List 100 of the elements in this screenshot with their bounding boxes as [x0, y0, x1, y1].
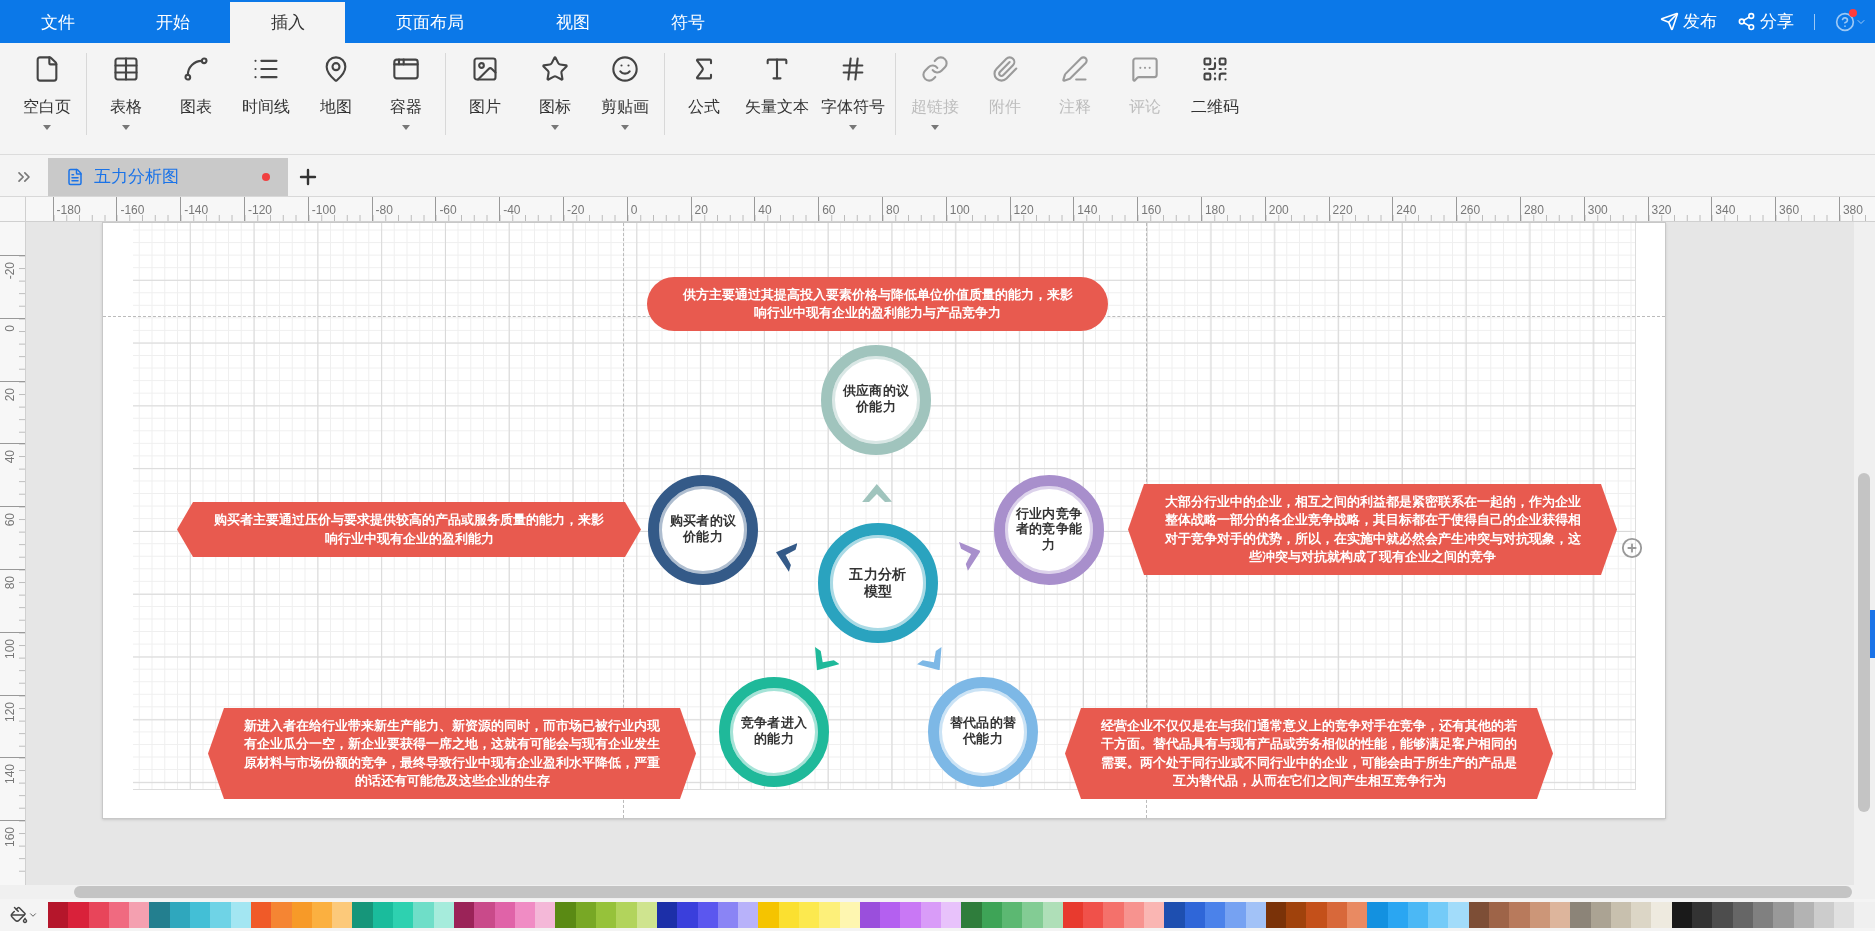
color-swatch[interactable] — [1123, 902, 1145, 928]
color-swatch[interactable] — [1286, 902, 1307, 928]
color-swatch[interactable] — [1610, 902, 1632, 928]
color-swatch[interactable] — [1671, 902, 1693, 928]
color-swatch[interactable] — [190, 902, 211, 928]
color-swatch[interactable] — [900, 902, 921, 928]
color-swatch[interactable] — [48, 902, 69, 928]
color-swatch[interactable] — [575, 902, 596, 928]
toolbar-button[interactable]: 空白页 — [12, 53, 82, 130]
color-swatch[interactable] — [1387, 902, 1408, 928]
color-swatch[interactable] — [758, 902, 779, 928]
color-swatch[interactable] — [1042, 902, 1063, 928]
color-swatch[interactable] — [1204, 902, 1226, 928]
help-button[interactable] — [1835, 11, 1867, 32]
color-swatch[interactable] — [1813, 902, 1835, 928]
color-swatch[interactable] — [778, 902, 799, 928]
color-swatch[interactable] — [1265, 902, 1287, 928]
color-swatch[interactable] — [677, 902, 698, 928]
color-swatch[interactable] — [1692, 902, 1713, 928]
toolbar-button[interactable]: 地图 — [301, 53, 371, 119]
color-swatch[interactable] — [961, 902, 982, 928]
toolbar-button[interactable]: 容器 — [371, 53, 441, 130]
color-swatch[interactable] — [1367, 902, 1388, 928]
color-swatch[interactable] — [250, 902, 272, 928]
color-swatch[interactable] — [1184, 902, 1205, 928]
color-swatch[interactable] — [1407, 902, 1429, 928]
color-swatch[interactable] — [1164, 902, 1185, 928]
menu-tab[interactable]: 视图 — [515, 2, 630, 43]
publish-button[interactable]: 发布 — [1660, 8, 1717, 35]
color-swatch[interactable] — [1712, 902, 1733, 928]
color-swatch[interactable] — [596, 902, 617, 928]
color-swatch[interactable] — [1448, 902, 1469, 928]
color-swatch[interactable] — [1590, 902, 1611, 928]
menu-tab[interactable]: 页面布局 — [345, 2, 515, 43]
color-swatch[interactable] — [1651, 902, 1672, 928]
color-swatch[interactable] — [413, 902, 434, 928]
color-swatch[interactable] — [474, 902, 495, 928]
color-swatch[interactable] — [1529, 902, 1550, 928]
toolbar-button[interactable]: 二维码 — [1180, 53, 1250, 119]
color-swatch[interactable] — [129, 902, 150, 928]
side-panel-handle[interactable] — [1870, 610, 1875, 658]
color-swatch[interactable] — [799, 902, 820, 928]
color-swatch[interactable] — [453, 902, 475, 928]
color-swatch[interactable] — [1631, 902, 1652, 928]
color-swatch[interactable] — [1752, 902, 1774, 928]
toolbar-button[interactable]: 矢量文本 — [739, 53, 815, 119]
color-swatch[interactable] — [1062, 902, 1084, 928]
toolbar-button[interactable]: 表格 — [91, 53, 161, 130]
color-swatch[interactable] — [1732, 902, 1753, 928]
color-swatch[interactable] — [169, 902, 191, 928]
color-swatch[interactable] — [616, 902, 637, 928]
color-swatch[interactable] — [210, 902, 231, 928]
color-swatch[interactable] — [819, 902, 840, 928]
toolbar-button[interactable]: 图表 — [161, 53, 231, 119]
color-swatch[interactable] — [1144, 902, 1165, 928]
color-swatch[interactable] — [311, 902, 333, 928]
toolbar-button[interactable]: 剪贴画 — [590, 53, 660, 130]
color-swatch[interactable] — [1468, 902, 1490, 928]
color-swatch[interactable] — [88, 902, 109, 928]
toolbar-button[interactable]: 字体符号 — [815, 53, 891, 130]
color-swatch[interactable] — [1225, 902, 1246, 928]
color-swatch[interactable] — [1022, 902, 1043, 928]
color-swatch[interactable] — [494, 902, 515, 928]
color-swatch[interactable] — [108, 902, 130, 928]
color-swatch[interactable] — [839, 902, 860, 928]
color-swatch[interactable] — [717, 902, 739, 928]
share-button[interactable]: 分享 — [1737, 8, 1794, 35]
color-swatch[interactable] — [352, 902, 373, 928]
vertical-scrollbar-thumb[interactable] — [1858, 473, 1870, 812]
menu-tab[interactable]: 符号 — [630, 2, 745, 43]
color-swatch[interactable] — [433, 902, 454, 928]
color-swatch[interactable] — [535, 902, 556, 928]
toolbar-button[interactable]: 图片 — [450, 53, 520, 119]
color-swatch[interactable] — [271, 902, 292, 928]
horizontal-scrollbar-thumb[interactable] — [74, 886, 1852, 898]
color-swatch[interactable] — [230, 902, 251, 928]
menu-tab[interactable]: 文件 — [0, 2, 115, 43]
color-swatch[interactable] — [332, 902, 353, 928]
menu-tab[interactable]: 插入 — [230, 2, 345, 43]
toolbar-button[interactable]: 公式 — [669, 53, 739, 119]
color-swatch[interactable] — [981, 902, 1002, 928]
color-swatch[interactable] — [941, 902, 962, 928]
color-swatch[interactable] — [1509, 902, 1530, 928]
add-icon[interactable] — [1621, 537, 1643, 559]
color-swatch[interactable] — [920, 902, 942, 928]
color-swatch[interactable] — [1306, 902, 1327, 928]
color-swatch[interactable] — [393, 902, 414, 928]
color-swatch[interactable] — [697, 902, 718, 928]
toolbar-button[interactable]: 图标 — [520, 53, 590, 130]
color-swatch[interactable] — [1103, 902, 1124, 928]
color-swatch[interactable] — [291, 902, 312, 928]
color-swatch[interactable] — [636, 902, 657, 928]
color-swatch[interactable] — [68, 902, 89, 928]
color-swatch[interactable] — [1245, 902, 1266, 928]
color-swatch[interactable] — [1773, 902, 1794, 928]
color-swatch[interactable] — [1347, 902, 1368, 928]
color-swatch[interactable] — [555, 902, 576, 928]
toolbar-button[interactable]: 时间线 — [231, 53, 301, 119]
menu-tab[interactable]: 开始 — [115, 2, 230, 43]
color-swatch[interactable] — [149, 902, 170, 928]
